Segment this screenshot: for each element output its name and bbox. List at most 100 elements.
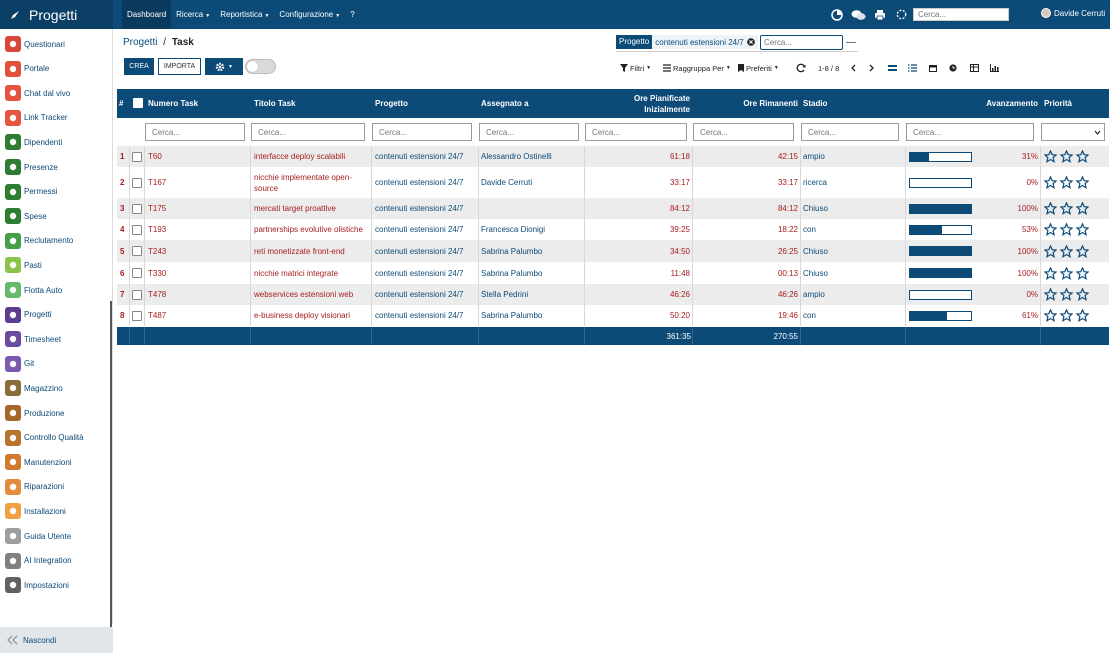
pivot-view-icon[interactable] <box>970 62 979 74</box>
row-checkbox[interactable] <box>132 268 142 278</box>
task-stage[interactable]: con <box>803 305 816 326</box>
sidebar-item-installazioni[interactable]: Installazioni <box>0 499 113 523</box>
star-icon[interactable] <box>1060 309 1073 322</box>
nav-reportistica[interactable]: Reportistica ▼ <box>215 0 274 29</box>
task-assignee[interactable]: Sabrina Palumbo <box>481 240 542 262</box>
star-icon[interactable] <box>1044 309 1057 322</box>
calendar-view-icon[interactable] <box>929 62 937 74</box>
col-title[interactable]: Titolo Task <box>254 89 296 118</box>
sidebar-item-guida-utente[interactable]: Guida Utente <box>0 524 113 548</box>
task-title[interactable]: e-business deploy visionari <box>254 305 350 326</box>
task-title[interactable]: nicchie matrici integrate <box>254 262 338 284</box>
task-number[interactable]: T60 <box>148 146 162 167</box>
sidebar-item-questionari[interactable]: Questionari <box>0 32 113 56</box>
star-icon[interactable] <box>1060 202 1073 215</box>
star-icon[interactable] <box>1044 244 1057 258</box>
task-title[interactable]: interfacce deploy scalabili <box>254 146 345 167</box>
task-stage[interactable]: ricerca <box>803 167 827 198</box>
toggle-switch[interactable] <box>245 59 276 74</box>
table-row[interactable]: 2 T167 nicchie implementate open-source con… <box>117 167 1109 198</box>
task-project[interactable]: contenuti estensioni 24/7 <box>375 305 464 326</box>
task-project[interactable]: contenuti estensioni 24/7 <box>375 198 464 219</box>
filters-dropdown[interactable]: Filtri ▼ <box>620 62 651 74</box>
row-checkbox[interactable] <box>132 310 142 321</box>
task-stage[interactable]: Chiuso <box>803 198 828 219</box>
row-checkbox[interactable] <box>132 177 142 188</box>
col-project[interactable]: Progetto <box>375 89 408 118</box>
task-assignee[interactable]: Davide Cerruti <box>481 167 532 198</box>
sidebar-item-controllo-qualit-[interactable]: Controllo Qualità <box>0 426 113 450</box>
table-row[interactable]: 6 T330 nicchie matrici integrate contenuti … <box>117 262 1109 284</box>
filter-planned-input[interactable] <box>585 123 687 141</box>
table-row[interactable]: 3 T175 mercati target proattive contenuti e… <box>117 198 1109 219</box>
col-stage[interactable]: Stadio <box>803 89 827 118</box>
col-planned[interactable]: Ore Pianificate Inizialmente <box>587 89 690 118</box>
task-stage[interactable]: Chiuso <box>803 240 828 262</box>
sidebar-item-flotta-auto[interactable]: Flotta Auto <box>0 278 113 302</box>
task-stage[interactable]: ampio <box>803 146 825 167</box>
filter-priority-select[interactable] <box>1041 123 1105 141</box>
sidebar-item-progetti[interactable]: Progetti <box>0 303 113 327</box>
task-project[interactable]: contenuti estensioni 24/7 <box>375 240 464 262</box>
row-checkbox[interactable] <box>132 289 142 300</box>
col-priority[interactable]: Priorità <box>1044 89 1072 118</box>
filter-title-input[interactable] <box>251 123 365 141</box>
col-number[interactable]: Numero Task <box>148 89 198 118</box>
list-view-icon[interactable] <box>908 62 917 74</box>
sidebar-item-dipendenti[interactable]: Dipendenti <box>0 130 113 154</box>
graph-view-icon[interactable] <box>990 62 999 74</box>
task-project[interactable]: contenuti estensioni 24/7 <box>375 262 464 284</box>
star-icon[interactable] <box>1076 266 1089 280</box>
star-icon[interactable] <box>1044 202 1057 215</box>
task-number[interactable]: T487 <box>148 305 166 326</box>
sidebar-item-reclutamento[interactable]: Reclutamento <box>0 229 113 253</box>
chat-icon[interactable] <box>850 8 866 21</box>
filter-project-input[interactable] <box>372 123 472 141</box>
table-row[interactable]: 1 T60 interfacce deploy scalabili contenuti… <box>117 146 1109 167</box>
task-stage[interactable]: Chiuso <box>803 262 828 284</box>
task-stage[interactable]: ampio <box>803 284 825 305</box>
star-icon[interactable] <box>1076 223 1089 236</box>
task-project[interactable]: contenuti estensioni 24/7 <box>375 167 464 198</box>
task-number[interactable]: T167 <box>148 167 166 198</box>
groupby-dropdown[interactable]: Raggruppa Per ▼ <box>663 62 731 74</box>
task-project[interactable]: contenuti estensioni 24/7 <box>375 284 464 305</box>
task-number[interactable]: T175 <box>148 198 166 219</box>
sidebar-item-chat-dal-vivo[interactable]: Chat dal vivo <box>0 81 113 105</box>
create-button[interactable]: CREA <box>124 58 154 75</box>
nav-configurazione[interactable]: Configurazione ▼ <box>274 0 345 29</box>
star-icon[interactable] <box>1060 288 1073 301</box>
nav-dashboard[interactable]: Dashboard <box>122 0 172 29</box>
filter-progress-input[interactable] <box>906 123 1034 141</box>
star-icon[interactable] <box>1060 244 1073 258</box>
star-icon[interactable] <box>1076 176 1089 189</box>
sidebar-item-presenze[interactable]: Presenze <box>0 155 113 179</box>
table-row[interactable]: 7 T478 webservices estensioni web contenuti… <box>117 284 1109 305</box>
global-search-input[interactable] <box>913 8 1009 21</box>
filter-assignee-input[interactable] <box>479 123 579 141</box>
sidebar-item-link-tracker[interactable]: Link Tracker <box>0 106 113 130</box>
table-row[interactable]: 5 T243 reti monetizzate front-end contenuti… <box>117 240 1109 262</box>
sidebar-item-portale[interactable]: Portale <box>0 57 113 81</box>
task-project[interactable]: contenuti estensioni 24/7 <box>375 146 464 167</box>
pie-chart-icon[interactable] <box>830 8 844 21</box>
select-all-checkbox[interactable] <box>133 98 143 108</box>
filter-stage-input[interactable] <box>801 123 899 141</box>
sidebar-item-permessi[interactable]: Permessi <box>0 180 113 204</box>
printer-icon[interactable] <box>873 8 887 21</box>
sidebar-item-riparazioni[interactable]: Riparazioni <box>0 475 113 499</box>
sidebar-item-impostazioni[interactable]: Impostazioni <box>0 573 113 597</box>
sidebar-item-magazzino[interactable]: Magazzino <box>0 376 113 400</box>
table-row[interactable]: 4 T193 partnerships evolutive olistiche con… <box>117 219 1109 240</box>
sidebar-item-pasti[interactable]: Pasti <box>0 253 113 277</box>
task-number[interactable]: T478 <box>148 284 166 305</box>
row-checkbox[interactable] <box>132 246 142 256</box>
col-assignee[interactable]: Assegnato a <box>481 89 529 118</box>
pager-previous-button[interactable] <box>850 62 856 74</box>
star-icon[interactable] <box>1076 244 1089 258</box>
remove-facet-icon[interactable] <box>746 38 755 46</box>
breadcrumb-parent[interactable]: Progetti <box>123 37 157 48</box>
task-title[interactable]: mercati target proattive <box>254 198 336 219</box>
pager-value[interactable]: 1-8 / 8 <box>818 62 839 74</box>
star-icon[interactable] <box>1044 223 1057 236</box>
